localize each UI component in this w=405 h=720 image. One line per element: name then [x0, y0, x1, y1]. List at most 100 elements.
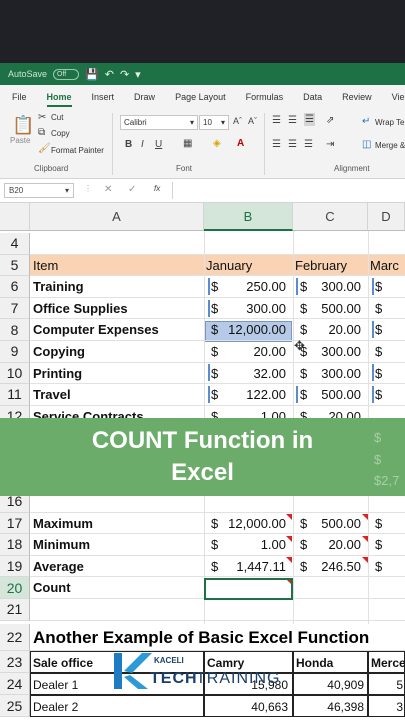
paste-button[interactable]: Paste — [10, 136, 30, 145]
cell-a9[interactable]: Copying — [33, 341, 85, 362]
cell-c7[interactable]: 500.00 — [309, 298, 361, 319]
align-left-icon[interactable]: ☰ — [272, 139, 281, 150]
example-cell-office[interactable]: Dealer 2 — [33, 696, 78, 717]
example-header-cell[interactable]: Merce — [371, 652, 405, 673]
cell-c5[interactable]: February — [295, 255, 347, 276]
row-header-19[interactable]: 19 — [0, 555, 30, 578]
example-cell-merc[interactable]: 3 — [368, 696, 403, 717]
orientation-icon[interactable]: ⇗ — [326, 115, 334, 126]
cell-d8[interactable]: 50 — [384, 319, 405, 340]
align-right-icon[interactable]: ☰ — [304, 139, 313, 150]
example-cell-honda[interactable]: 46,398 — [293, 696, 364, 717]
underline-button[interactable]: U — [155, 139, 162, 150]
column-header-d[interactable]: D — [368, 203, 405, 231]
align-top-icon[interactable]: ☰ — [272, 115, 281, 126]
tab-page-layout[interactable]: Page Layout — [163, 85, 234, 109]
row-header-22[interactable]: 22 — [0, 624, 30, 651]
cell-a7[interactable]: Office Supplies — [33, 298, 128, 319]
cell-c18[interactable]: 20.00 — [309, 534, 361, 555]
row-header-23[interactable]: 23 — [0, 651, 30, 673]
enter-icon[interactable]: ✓ — [128, 184, 136, 195]
row-header-8[interactable]: 8 — [0, 319, 30, 341]
tab-home[interactable]: Home — [35, 85, 80, 109]
column-header-a[interactable]: A — [30, 203, 204, 231]
tab-data[interactable]: Data — [291, 85, 330, 109]
row-header-6[interactable]: 6 — [0, 276, 30, 298]
comment-indicator[interactable] — [362, 557, 368, 563]
cell-c9[interactable]: 300.00 — [309, 341, 361, 362]
row-header-9[interactable]: 9 — [0, 341, 30, 363]
decrease-font-icon[interactable]: Aˇ — [248, 116, 257, 126]
cell-b17[interactable]: 12,000.00 — [220, 513, 286, 534]
cell-c11[interactable]: 500.00 — [309, 384, 361, 405]
fill-color-icon[interactable]: ◈ — [213, 138, 221, 149]
wrap-text-button[interactable]: Wrap Te — [375, 118, 405, 127]
cell-a17[interactable]: Maximum — [33, 513, 93, 534]
tab-vie[interactable]: Vie — [380, 85, 405, 109]
formula-input[interactable] — [172, 182, 405, 199]
indent-icon[interactable]: ⇥ — [326, 139, 334, 150]
cell-b5[interactable]: January — [206, 255, 252, 276]
row-header-18[interactable]: 18 — [0, 534, 30, 556]
comment-indicator[interactable] — [362, 536, 368, 542]
align-middle-icon[interactable]: ☰ — [288, 115, 297, 126]
tab-file[interactable]: File — [0, 85, 35, 109]
example-cell-honda[interactable]: 40,909 — [293, 674, 364, 695]
cell-b7[interactable]: 300.00 — [220, 298, 286, 319]
cell-a8[interactable]: Computer Expenses — [33, 319, 159, 340]
example-cell-camry[interactable]: 40,663 — [204, 696, 288, 717]
font-size-dropdown[interactable]: 10 ▾ — [199, 115, 229, 130]
cell-d5[interactable]: Marc — [370, 255, 399, 276]
cell-c8[interactable]: 20.00 — [309, 319, 361, 340]
comment-indicator[interactable] — [362, 514, 368, 520]
insert-function-button[interactable]: fx — [154, 184, 160, 193]
cell-b6[interactable]: 250.00 — [220, 276, 286, 297]
row-header-25[interactable]: 25 — [0, 695, 30, 717]
cell-d10[interactable]: 50 — [384, 363, 405, 384]
tab-formulas[interactable]: Formulas — [234, 85, 292, 109]
copy-icon[interactable]: ⧉ — [38, 127, 45, 138]
cell-b18[interactable]: 1.00 — [220, 534, 286, 555]
cell-a19[interactable]: Average — [33, 556, 84, 577]
merge-button[interactable]: Merge & — [375, 141, 405, 150]
cell-c10[interactable]: 300.00 — [309, 363, 361, 384]
autosave-toggle[interactable]: Off — [53, 68, 80, 80]
borders-icon[interactable]: ▦ — [183, 138, 192, 149]
customize-quick-access-icon[interactable]: ▾ — [135, 68, 141, 81]
cell-b19[interactable]: 1,447.11 — [220, 556, 286, 577]
font-name-dropdown[interactable]: Calibri ▾ — [120, 115, 198, 130]
row-header-10[interactable]: 10 — [0, 362, 30, 385]
example-header-cell[interactable]: Sale office — [33, 652, 93, 673]
increase-font-icon[interactable]: Aˆ — [233, 116, 242, 126]
select-all-corner[interactable] — [0, 203, 30, 231]
undo-icon[interactable]: ↶ — [105, 68, 114, 81]
cell-a20[interactable]: Count — [33, 577, 71, 598]
row-header-17[interactable]: 17 — [0, 512, 30, 535]
merge-icon[interactable]: ◫ — [362, 139, 371, 150]
font-color-icon[interactable]: A — [237, 138, 244, 149]
paste-icon[interactable]: 📋 — [12, 115, 34, 136]
cell-b10[interactable]: 32.00 — [220, 363, 286, 384]
cell-b9[interactable]: 20.00 — [220, 341, 286, 362]
example-cell-merc[interactable]: 5 — [368, 674, 403, 695]
save-icon[interactable]: 💾 — [85, 68, 99, 81]
wrap-text-icon[interactable]: ↵ — [362, 116, 370, 127]
cancel-icon[interactable]: ✕ — [104, 184, 112, 195]
cell-d11[interactable]: 30 — [384, 384, 405, 405]
example-cell-office[interactable]: Dealer 1 — [33, 674, 78, 695]
cell-a6[interactable]: Training — [33, 276, 84, 297]
row-header-5[interactable]: 5 — [0, 254, 30, 277]
format-painter-icon[interactable]: 🖌 — [38, 143, 51, 154]
cell-d19[interactable]: 30 — [384, 556, 405, 577]
format-painter-button[interactable]: Format Painter — [51, 146, 104, 155]
comment-indicator[interactable] — [286, 536, 292, 542]
comment-indicator[interactable] — [286, 514, 292, 520]
example-title[interactable]: Another Example of Basic Excel Function — [33, 627, 369, 648]
redo-icon[interactable]: ↷ — [120, 68, 129, 81]
column-header-c[interactable]: C — [293, 203, 368, 231]
row-header-20[interactable]: 20 — [0, 577, 30, 599]
row-header-4[interactable]: 4 — [0, 233, 30, 255]
cell-d9[interactable]: 30 — [384, 341, 405, 362]
italic-button[interactable]: I — [141, 139, 144, 150]
scissors-icon[interactable]: ✂ — [38, 112, 46, 123]
